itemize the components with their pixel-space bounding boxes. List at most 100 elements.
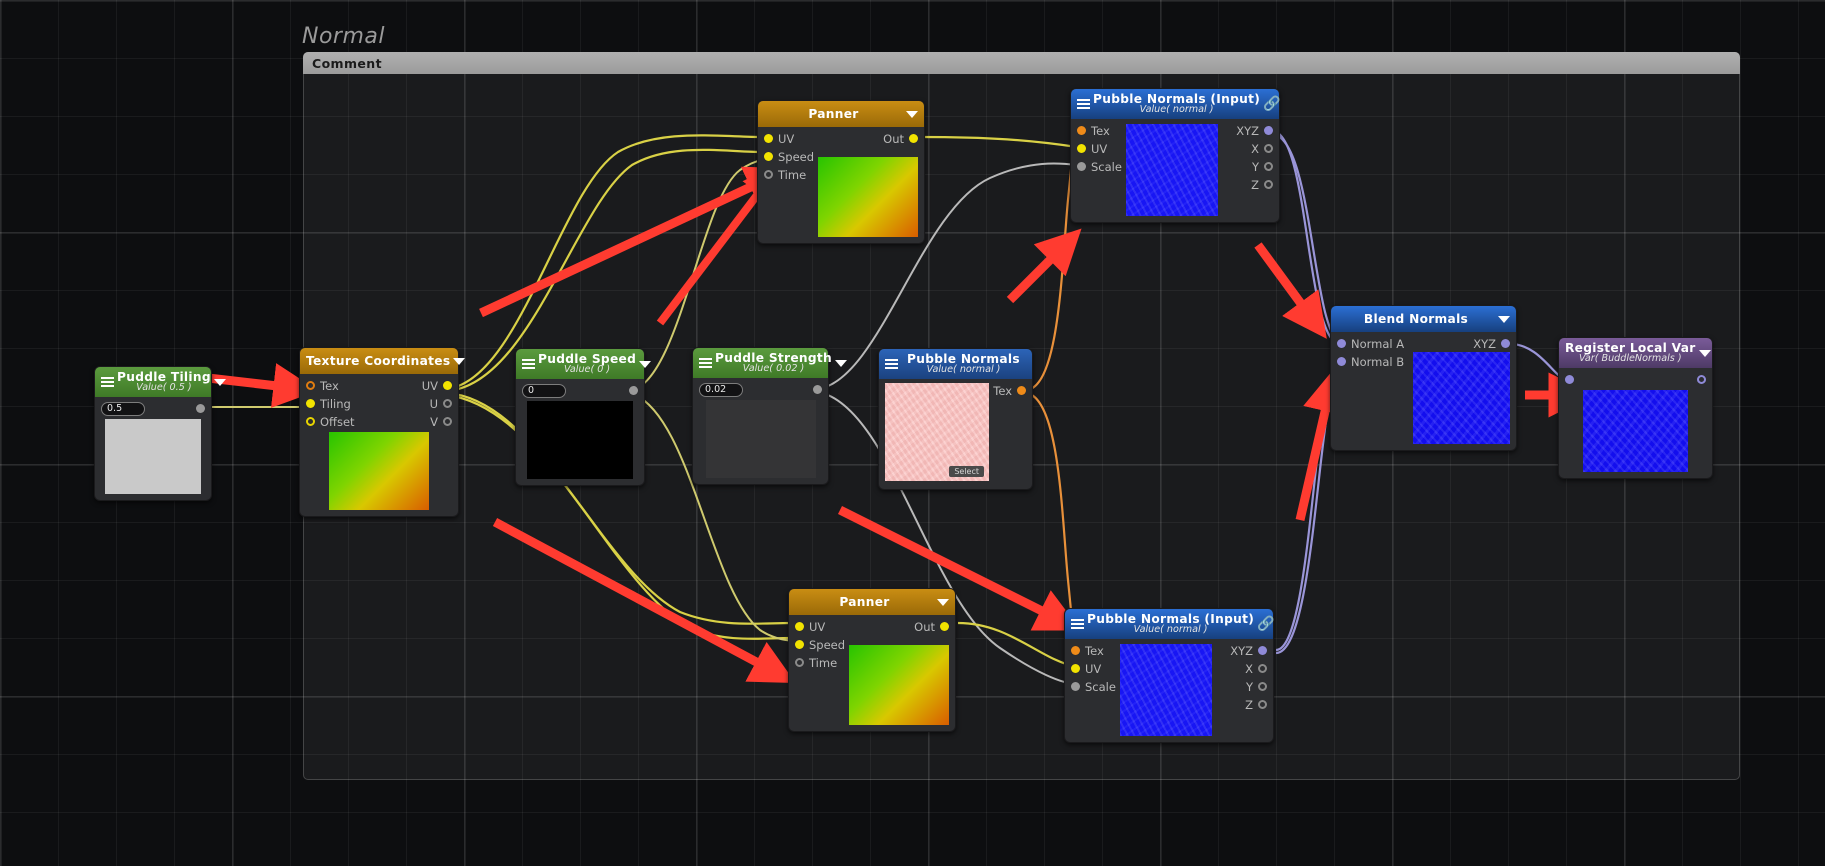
output-port-v[interactable] — [443, 417, 452, 426]
node-preview — [1125, 124, 1218, 216]
value-input[interactable]: 0.02 — [699, 382, 743, 397]
input-label: UV — [1091, 141, 1108, 156]
chevron-down-icon[interactable] — [639, 360, 652, 368]
node-header[interactable]: Panner — [789, 589, 955, 615]
node-header[interactable]: Puddle Strength Value( 0.02 ) — [693, 348, 848, 378]
output-port[interactable] — [813, 385, 822, 394]
node-header[interactable]: Pubble Normals (Input) Value( normal ) 🔗 — [1065, 609, 1275, 639]
node-preview — [527, 401, 633, 479]
output-port-xyz[interactable] — [1264, 126, 1273, 135]
node-title: Texture Coordinates — [306, 353, 451, 368]
output-label: Y — [1245, 679, 1253, 694]
input-port-normal-a[interactable] — [1337, 339, 1346, 348]
node-texture-coordinates[interactable]: Texture Coordinates Tex UV Tiling U Offs… — [299, 347, 466, 517]
chevron-down-icon[interactable] — [937, 598, 949, 606]
node-panner-bottom[interactable]: Panner UV Out Speed Time — [788, 588, 956, 732]
output-port-tex[interactable] — [1017, 386, 1026, 395]
link-icon[interactable]: 🔗 — [1263, 97, 1280, 111]
menu-icon[interactable] — [1077, 98, 1090, 110]
node-puddle-speed[interactable]: Puddle Speed Value( 0 ) 0 — [515, 348, 652, 486]
output-port[interactable] — [629, 386, 638, 395]
chevron-down-icon[interactable] — [453, 357, 466, 365]
input-port-time[interactable] — [795, 658, 804, 667]
node-preview — [705, 400, 816, 478]
output-port-xyz[interactable] — [1258, 646, 1267, 655]
input-label: Time — [778, 167, 807, 182]
chevron-down-icon[interactable] — [1698, 349, 1711, 357]
output-port-xyz[interactable] — [1501, 339, 1510, 348]
output-port-z[interactable] — [1264, 180, 1273, 189]
node-header[interactable]: Panner — [758, 101, 924, 127]
node-header[interactable]: Register Local Var Var( BuddleNormals ) — [1559, 338, 1712, 368]
output-label: U — [429, 396, 438, 411]
input-port-scale[interactable] — [1077, 162, 1086, 171]
output-port-y[interactable] — [1258, 682, 1267, 691]
input-port-uv[interactable] — [795, 622, 804, 631]
select-texture-button[interactable]: Select — [949, 466, 984, 477]
output-port-x[interactable] — [1258, 664, 1267, 673]
chevron-down-icon[interactable] — [1498, 315, 1510, 323]
node-header[interactable]: Pubble Normals (Input) Value( normal ) 🔗 — [1071, 89, 1281, 119]
output-label: X — [1251, 141, 1259, 156]
chevron-down-icon[interactable] — [906, 110, 918, 118]
input-label: Offset — [320, 414, 355, 429]
input-port-tex[interactable] — [1077, 126, 1086, 135]
node-body: 0.02 — [693, 378, 828, 484]
chevron-down-icon[interactable] — [835, 359, 848, 367]
menu-icon[interactable] — [522, 358, 535, 370]
node-header[interactable]: Texture Coordinates — [300, 348, 466, 374]
input-port-scale[interactable] — [1071, 682, 1080, 691]
node-body: 0.5 — [95, 397, 211, 500]
chevron-down-icon[interactable] — [213, 378, 226, 386]
input-port-speed[interactable] — [764, 152, 773, 161]
input-port-uv[interactable] — [764, 134, 773, 143]
output-port-x[interactable] — [1264, 144, 1273, 153]
output-port-out[interactable] — [940, 622, 949, 631]
menu-icon[interactable] — [1071, 618, 1084, 630]
node-register-local-var[interactable]: Register Local Var Var( BuddleNormals ) — [1558, 337, 1713, 479]
output-port[interactable] — [196, 404, 205, 413]
input-port-normal-b[interactable] — [1337, 357, 1346, 366]
value-input[interactable]: 0 — [522, 383, 566, 398]
input-port-uv[interactable] — [1071, 664, 1080, 673]
node-blend-normals[interactable]: Blend Normals Normal A XYZ Normal B — [1330, 305, 1517, 451]
link-icon[interactable]: 🔗 — [1257, 617, 1274, 631]
output-port-z[interactable] — [1258, 700, 1267, 709]
input-port-tiling[interactable] — [306, 399, 315, 408]
input-label: Tiling — [320, 396, 351, 411]
input-port-uv[interactable] — [1077, 144, 1086, 153]
menu-icon[interactable] — [699, 357, 712, 369]
menu-icon[interactable] — [885, 358, 898, 370]
comment-group-header[interactable]: Comment — [303, 52, 1740, 74]
node-header[interactable]: Puddle Speed Value( 0 ) — [516, 349, 652, 379]
node-panner-top[interactable]: Panner UV Out Speed Time — [757, 100, 925, 244]
comment-group-header-label: Comment — [312, 55, 382, 71]
output-port-uv[interactable] — [443, 381, 452, 390]
node-puddle-strength[interactable]: Puddle Strength Value( 0.02 ) 0.02 — [692, 347, 848, 485]
input-port-time[interactable] — [764, 170, 773, 179]
value-input[interactable]: 0.5 — [101, 401, 145, 416]
input-port-tex[interactable] — [306, 381, 315, 390]
output-port-y[interactable] — [1264, 162, 1273, 171]
menu-icon[interactable] — [101, 376, 114, 388]
output-port-out[interactable] — [909, 134, 918, 143]
input-port-offset[interactable] — [306, 417, 315, 426]
node-puddle-tiling[interactable]: Puddle Tiling Value( 0.5 ) 0.5 — [94, 366, 226, 501]
node-preview: Select — [885, 383, 989, 481]
node-subtitle: Value( 0 ) — [563, 364, 611, 376]
input-port-speed[interactable] — [795, 640, 804, 649]
input-port-tex[interactable] — [1071, 646, 1080, 655]
node-pubble-normals-input-top[interactable]: Pubble Normals (Input) Value( normal ) 🔗… — [1070, 88, 1281, 223]
output-port[interactable] — [1697, 375, 1706, 384]
output-port-u[interactable] — [443, 399, 452, 408]
node-pubble-normals[interactable]: Pubble Normals Value( normal ) Select Te… — [878, 348, 1033, 490]
node-header[interactable]: Puddle Tiling Value( 0.5 ) — [95, 367, 226, 397]
node-pubble-normals-input-bottom[interactable]: Pubble Normals (Input) Value( normal ) 🔗… — [1064, 608, 1275, 743]
node-header[interactable]: Blend Normals — [1331, 306, 1516, 332]
input-label: Tex — [1085, 643, 1104, 658]
node-body: UV Out Speed Time — [789, 615, 955, 731]
node-header[interactable]: Pubble Normals Value( normal ) — [879, 349, 1032, 379]
input-port[interactable] — [1565, 375, 1574, 384]
input-label: Speed — [809, 637, 846, 652]
output-label: Z — [1251, 177, 1259, 192]
